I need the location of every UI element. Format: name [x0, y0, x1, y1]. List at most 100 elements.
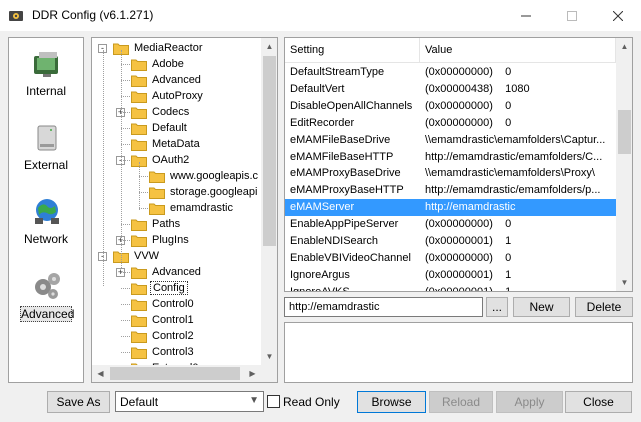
list-item[interactable]: eMAMServer http://emamdrastic [285, 199, 616, 217]
close-button[interactable]: Close [565, 391, 632, 413]
list-item[interactable]: EnableAppPipeServer (0x00000000) 0 [285, 216, 616, 233]
nav-item-external[interactable]: External [9, 118, 83, 190]
tree-node[interactable]: Paths [131, 216, 182, 232]
nav-item-advanced[interactable]: Advanced [9, 266, 83, 338]
tree-node[interactable]: MediaReactor [113, 40, 204, 56]
tree-node[interactable]: AutoProxy [131, 88, 205, 104]
setting-value: \\emamdrastic\emamfolders\Proxy\ [425, 167, 595, 180]
column-header-value[interactable]: Value [425, 44, 452, 56]
folder-icon [131, 299, 147, 311]
list-item[interactable]: IgnoreArgus (0x00000001) 1 [285, 267, 616, 284]
tree-node[interactable]: Adobe [131, 56, 186, 72]
list-item[interactable]: EnableVBIVideoChannel (0x00000000) 0 [285, 250, 616, 267]
tree-hscroll-thumb[interactable] [110, 367, 240, 380]
folder-icon [131, 107, 147, 119]
settings-list[interactable]: Setting Value DefaultStreamType (0x000000… [284, 37, 633, 292]
tree-horizontal-scrollbar[interactable]: ◀ ▶ [92, 365, 261, 382]
setting-value: \\emamdrastic\emamfolders\Captur... [425, 133, 606, 146]
list-item[interactable]: eMAMProxyBaseHTTP http://emamdrastic/emam… [285, 182, 616, 199]
tree-connector-line [103, 50, 104, 286]
tree-connector-line [121, 144, 130, 145]
folder-icon [131, 315, 147, 327]
tree-node[interactable]: OAuth2 [131, 152, 191, 168]
scroll-corner [261, 365, 277, 382]
tree-node[interactable]: Codecs [131, 104, 191, 120]
scroll-down-arrow-icon[interactable]: ▼ [616, 274, 632, 291]
browse-button[interactable]: Browse [357, 391, 426, 413]
list-item[interactable]: eMAMFileBaseHTTP http://emamdrastic/emamf… [285, 149, 616, 166]
setting-name: EnableNDISearch [290, 235, 379, 247]
tree-node-label: Control2 [152, 330, 194, 342]
scroll-up-arrow-icon[interactable]: ▲ [261, 38, 277, 55]
tree-node[interactable]: Advanced [131, 264, 203, 280]
setting-value: (0x00000001) 1 [425, 235, 512, 247]
list-item[interactable]: DisableOpenAllChannels (0x00000000) 0 [285, 98, 616, 115]
tree-connector-line [121, 96, 130, 97]
tree-node-label: storage.googleapi [170, 186, 258, 198]
list-item[interactable]: eMAMFileBaseDrive \\emamdrastic\emamfolde… [285, 132, 616, 149]
tree-connector-line [121, 224, 130, 225]
tree-node[interactable]: Control0 [131, 296, 196, 312]
list-item[interactable]: EnableNDISearch (0x00000001) 1 [285, 233, 616, 250]
list-item[interactable]: eMAMProxyBaseDrive \\emamdrastic\emamfold… [285, 165, 616, 182]
maximize-button [549, 0, 595, 31]
tree-scroll-thumb[interactable] [263, 56, 276, 246]
tree-node[interactable]: Control2 [131, 328, 196, 344]
column-header-setting[interactable]: Setting [290, 44, 324, 56]
tree-node[interactable]: MetaData [131, 136, 202, 152]
new-button[interactable]: New [513, 297, 570, 317]
setting-value: (0x00000000) 0 [425, 66, 512, 78]
nav-item-internal[interactable]: Internal [9, 44, 83, 116]
setting-name: EditRecorder [290, 116, 355, 129]
tree-node[interactable]: Advanced [131, 72, 203, 88]
tree-node[interactable]: Config [131, 280, 188, 296]
list-scroll-thumb[interactable] [618, 110, 631, 154]
tree-node-label: Advanced [152, 74, 201, 86]
scroll-down-arrow-icon[interactable]: ▼ [261, 348, 277, 365]
list-item[interactable]: DefaultStreamType (0x00000000) 0 [285, 64, 616, 81]
nav-label-network: Network [23, 232, 68, 246]
read-only-checkbox[interactable] [267, 395, 280, 408]
list-vertical-scrollbar[interactable]: ▲ ▼ [616, 38, 632, 291]
app-icon [9, 11, 23, 21]
tree-node[interactable]: emamdrastic [149, 200, 235, 216]
setting-value: (0x00000000) 0 [425, 251, 512, 264]
value-input[interactable] [284, 297, 483, 317]
read-only-label[interactable]: Read Only [283, 395, 340, 409]
tree-node-label: Default [152, 122, 187, 134]
profile-select[interactable]: Default ▼ [115, 391, 264, 412]
tree-connector-line [121, 112, 130, 113]
nav-label-internal: Internal [25, 84, 67, 98]
tree-connector-line [139, 208, 148, 209]
tree-node[interactable]: storage.googleapi [149, 184, 259, 200]
nav-label-external: External [23, 158, 69, 172]
tree-connector-line [121, 336, 130, 337]
list-item[interactable]: EditRecorder (0x00000000) 0 [285, 115, 616, 132]
tree-node[interactable]: Default [131, 120, 189, 136]
tree-node[interactable]: Control3 [131, 344, 196, 360]
tree-node-label: Adobe [152, 58, 184, 70]
delete-button[interactable]: Delete [575, 297, 633, 317]
tree-node[interactable]: PlugIns [131, 232, 191, 248]
minimize-button[interactable] [503, 0, 549, 31]
scroll-left-arrow-icon[interactable]: ◀ [92, 365, 109, 382]
tree-node-label: MetaData [152, 138, 200, 150]
tree-connector-line [139, 162, 140, 210]
registry-tree[interactable]: MediaReactor - Adobe Advanced AutoProxy Codec… [91, 37, 278, 383]
list-item[interactable]: IgnoreAVKS (0x00000001) 1 [285, 284, 616, 291]
scroll-up-arrow-icon[interactable]: ▲ [616, 38, 632, 55]
close-window-button[interactable] [595, 0, 641, 31]
column-separator[interactable] [419, 38, 420, 63]
tree-node[interactable]: Control1 [131, 312, 196, 328]
setting-name: DefaultVert [290, 82, 345, 95]
nav-item-network[interactable]: Network [9, 192, 83, 264]
window-title: DDR Config (v6.1.271) [32, 8, 154, 22]
network-globe-icon [35, 199, 59, 224]
title-bar: DDR Config (v6.1.271) [0, 0, 641, 31]
tree-vertical-scrollbar[interactable]: ▲ ▼ [261, 38, 277, 365]
tree-node[interactable]: www.googleapis.c [149, 168, 260, 184]
list-item[interactable]: DefaultVert (0x00000438) 1080 [285, 81, 616, 98]
scroll-right-arrow-icon[interactable]: ▶ [244, 365, 261, 382]
browse-value-button[interactable]: ... [486, 297, 508, 317]
save-as-button[interactable]: Save As [47, 391, 110, 413]
